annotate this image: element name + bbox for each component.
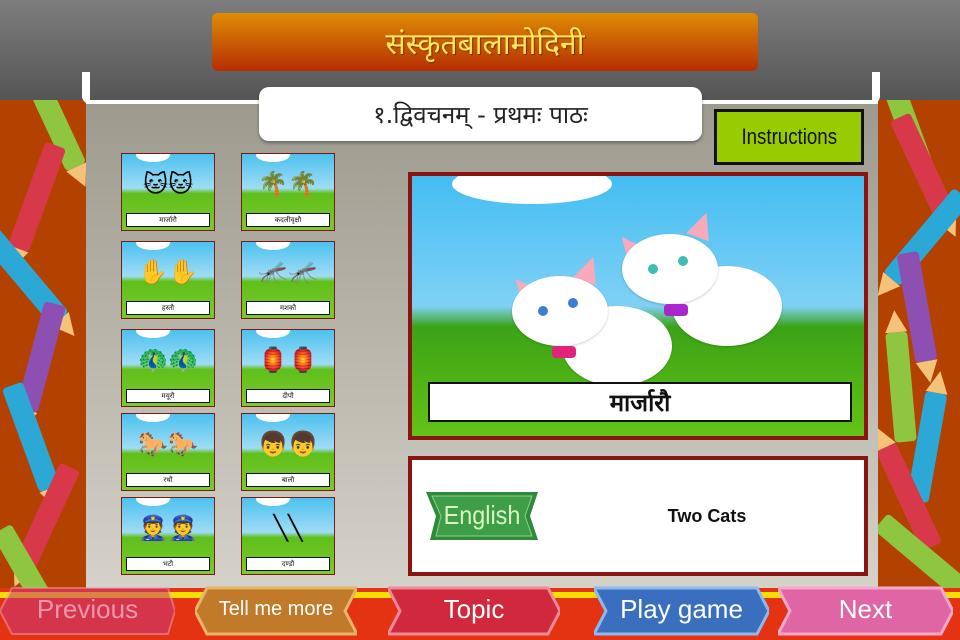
lanterns-icon: 🏮🏮: [258, 346, 318, 374]
tell-me-more-label: Tell me more: [218, 598, 334, 620]
thumbnail-item[interactable]: 👮👮 भटौ: [121, 497, 215, 575]
thumbnail-label: मयूरौ: [126, 389, 210, 403]
policemen-icon: 👮👮: [138, 514, 198, 542]
pencil-icon: [885, 331, 917, 443]
boys-icon: 👦👦: [258, 430, 318, 458]
cats-icon: 🐱🐱: [142, 170, 194, 198]
thumbnail-label: मशकौ: [246, 301, 330, 315]
next-label: Next: [838, 594, 893, 624]
previous-button[interactable]: Previous: [0, 586, 175, 636]
lesson-title-box: १.द्विवचनम् - प्रथमः पाठः: [259, 87, 702, 141]
app-title-banner: संस्कृतबालामोदिनी: [212, 13, 758, 71]
cloud-icon: [256, 498, 290, 506]
thumbnail-item[interactable]: 🦟🦟 मशकौ: [241, 241, 335, 319]
peacocks-icon: 🦚🦚: [138, 346, 198, 374]
frame-corner-right: [872, 72, 880, 104]
thumbnail-item[interactable]: 🌴🌴 कदलीवृक्षौ: [241, 153, 335, 231]
cloud-icon: [256, 330, 290, 338]
thumbnail-item[interactable]: 🏮🏮 दीपौ: [241, 329, 335, 407]
cloud-icon: [136, 242, 170, 250]
sticks-icon: ╲╲: [273, 514, 303, 542]
cloud-icon: [256, 242, 290, 250]
english-label: English: [443, 500, 521, 530]
english-meaning: Two Cats: [667, 505, 747, 526]
thumbnail-label: हस्तौ: [126, 301, 210, 315]
cloud-icon: [452, 176, 612, 204]
selected-word: मार्जारौ: [609, 388, 671, 417]
selected-word-picture: मार्जारौ: [408, 172, 868, 440]
english-language-button[interactable]: English: [426, 490, 538, 542]
cloud-icon: [256, 414, 290, 422]
app-title: संस्कृतबालामोदिनी: [385, 26, 585, 62]
hands-icon: ✋✋: [138, 258, 198, 286]
selected-word-label-box: मार्जारौ: [428, 382, 852, 422]
pencil-icon: [7, 141, 67, 253]
cloud-icon: [136, 330, 170, 338]
thumbnail-item[interactable]: 👦👦 बालौ: [241, 413, 335, 491]
thumbnail-item[interactable]: 🐱🐱 मार्जारौ: [121, 153, 215, 231]
mosquitoes-icon: 🦟🦟: [258, 258, 318, 286]
thumbnail-label: कदलीवृक्षौ: [246, 213, 330, 227]
thumbnail-item[interactable]: ✋✋ हस्तौ: [121, 241, 215, 319]
play-game-button[interactable]: Play game: [594, 586, 769, 636]
banana-trees-icon: 🌴🌴: [258, 170, 318, 198]
thumbnail-label: दीपौ: [246, 389, 330, 403]
cloud-icon: [256, 154, 290, 162]
lesson-title: १.द्विवचनम् - प्रथमः पाठः: [373, 100, 588, 129]
instructions-label: Instructions: [741, 124, 837, 149]
chariots-icon: 🐎🐎: [138, 430, 198, 458]
thumbnail-item[interactable]: 🐎🐎 रथौ: [121, 413, 215, 491]
topic-button[interactable]: Topic: [388, 586, 560, 636]
thumbnail-label: दण्डौ: [246, 557, 330, 571]
thumbnail-label: बालौ: [246, 473, 330, 487]
thumbnail-label: मार्जारौ: [126, 213, 210, 227]
cloud-icon: [136, 154, 170, 162]
previous-label: Previous: [36, 594, 139, 624]
frame-corner-left: [82, 72, 90, 104]
tell-me-more-button[interactable]: Tell me more: [195, 586, 357, 636]
thumbnail-label: रथौ: [126, 473, 210, 487]
thumbnail-item[interactable]: ╲╲ दण्डौ: [241, 497, 335, 575]
thumbnail-item[interactable]: 🦚🦚 मयूरौ: [121, 329, 215, 407]
topic-label: Topic: [443, 594, 505, 624]
cloud-icon: [136, 498, 170, 506]
cloud-icon: [136, 414, 170, 422]
next-button[interactable]: Next: [778, 586, 953, 636]
right-pencil-decoration: [869, 72, 960, 592]
thumbnail-label: भटौ: [126, 557, 210, 571]
left-pencil-decoration: [0, 72, 91, 592]
play-game-label: Play game: [620, 594, 743, 624]
translation-panel: English Two Cats: [408, 456, 868, 576]
instructions-button[interactable]: Instructions: [714, 109, 864, 165]
